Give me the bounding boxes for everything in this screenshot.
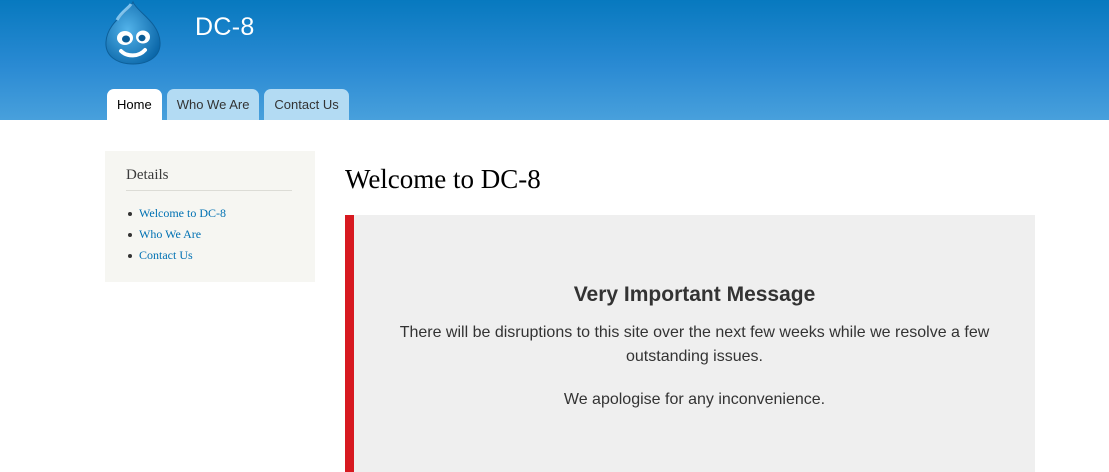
- sidebar-link-list: Welcome to DC-8 Who We Are Contact Us: [126, 203, 294, 266]
- site-header: DC-8 Home Who We Are Contact Us: [0, 0, 1109, 120]
- sidebar-title: Details: [126, 167, 292, 191]
- tab-contact-us[interactable]: Contact Us: [264, 89, 349, 120]
- sidebar-details-block: Details Welcome to DC-8 Who We Are Conta…: [105, 151, 315, 282]
- tab-home[interactable]: Home: [107, 89, 162, 120]
- sidebar-link-who-we-are[interactable]: Who We Are: [139, 227, 201, 241]
- primary-tabs: Home Who We Are Contact Us: [107, 89, 349, 120]
- sidebar-link-welcome[interactable]: Welcome to DC-8: [139, 206, 226, 220]
- page-title: Welcome to DC-8: [345, 164, 541, 194]
- site-name[interactable]: DC-8: [195, 13, 255, 42]
- message-apology: We apologise for any inconvenience.: [563, 391, 826, 408]
- list-item: Welcome to DC-8: [128, 203, 294, 224]
- sidebar-link-contact-us[interactable]: Contact Us: [139, 248, 193, 262]
- important-message-box: Very Important Message There will be dis…: [345, 215, 1035, 472]
- list-item: Contact Us: [128, 245, 294, 266]
- message-content: Very Important Message There will be dis…: [354, 281, 1035, 412]
- message-heading: Very Important Message: [573, 283, 816, 306]
- drupal-logo-icon[interactable]: [103, 0, 163, 66]
- message-body: There will be disruptions to this site o…: [399, 324, 990, 365]
- tab-who-we-are[interactable]: Who We Are: [166, 89, 260, 120]
- list-item: Who We Are: [128, 224, 294, 245]
